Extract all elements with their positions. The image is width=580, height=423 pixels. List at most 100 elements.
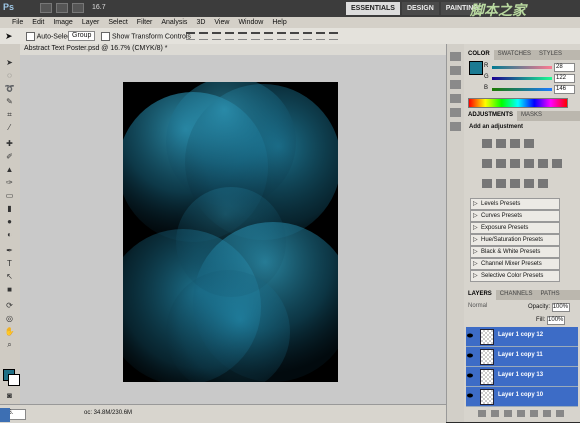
photo-filter-icon[interactable] bbox=[538, 159, 548, 168]
show-transform-checkbox[interactable]: Show Transform Controls bbox=[101, 32, 191, 41]
new-layer-icon[interactable] bbox=[543, 410, 551, 417]
menu-help[interactable]: Help bbox=[272, 19, 286, 26]
menu-layer[interactable]: Layer bbox=[82, 19, 100, 26]
quick-mask-icon[interactable]: ◙ bbox=[4, 391, 15, 400]
visibility-eye-icon[interactable] bbox=[467, 333, 473, 338]
layer-row[interactable]: Layer 1 copy 11 bbox=[466, 347, 578, 367]
tab-layers[interactable]: LAYERS bbox=[464, 290, 496, 300]
blue-value-field[interactable]: 146 bbox=[554, 85, 575, 94]
preset-selective-color[interactable]: Selective Color Presets bbox=[470, 270, 560, 282]
menu-analysis[interactable]: Analysis bbox=[161, 19, 187, 26]
hand-tool-icon[interactable]: ✋ bbox=[4, 327, 15, 336]
fill-field[interactable]: 100% bbox=[547, 316, 566, 325]
threshold-icon[interactable] bbox=[510, 179, 520, 188]
history-brush-icon[interactable]: ✑ bbox=[4, 178, 15, 187]
menu-file[interactable]: File bbox=[12, 19, 23, 26]
workspace-essentials[interactable]: ESSENTIALS bbox=[346, 2, 400, 15]
marquee-tool-icon[interactable]: ◌ bbox=[4, 71, 15, 80]
align-top-icon[interactable] bbox=[186, 32, 195, 40]
layer-row[interactable]: Layer 1 copy 12 bbox=[466, 327, 578, 347]
distribute-top-icon[interactable] bbox=[264, 32, 273, 40]
checkbox-box[interactable] bbox=[26, 32, 35, 41]
exposure-icon[interactable] bbox=[524, 139, 534, 148]
quick-select-tool-icon[interactable]: ✎ bbox=[4, 97, 15, 106]
actions-panel-icon[interactable] bbox=[450, 66, 461, 75]
preset-channel-mixer[interactable]: Channel Mixer Presets bbox=[470, 258, 560, 270]
blue-track[interactable] bbox=[492, 88, 552, 91]
eraser-tool-icon[interactable]: ▭ bbox=[4, 191, 15, 200]
history-panel-icon[interactable] bbox=[450, 52, 461, 61]
path-select-tool-icon[interactable]: ↖ bbox=[4, 272, 15, 281]
black-white-icon[interactable] bbox=[524, 159, 534, 168]
invert-icon[interactable] bbox=[482, 179, 492, 188]
brightness-icon[interactable] bbox=[482, 139, 492, 148]
posterize-icon[interactable] bbox=[496, 179, 506, 188]
gradient-tool-icon[interactable]: ▮ bbox=[4, 204, 15, 213]
paragraph-panel-icon[interactable] bbox=[450, 108, 461, 117]
levels-icon[interactable] bbox=[496, 139, 506, 148]
layer-row[interactable]: Layer 1 copy 13 bbox=[466, 367, 578, 387]
distribute-middle-icon[interactable] bbox=[277, 32, 286, 40]
blend-mode-dropdown[interactable]: Normal bbox=[468, 303, 487, 309]
distribute-left-icon[interactable] bbox=[303, 32, 312, 40]
hue-saturation-icon[interactable] bbox=[496, 159, 506, 168]
move-tool-icon[interactable]: ➤ bbox=[4, 58, 15, 67]
type-tool-icon[interactable]: T bbox=[4, 259, 15, 268]
adjustment-layer-icon[interactable] bbox=[517, 410, 525, 417]
background-color-swatch[interactable] bbox=[8, 374, 20, 386]
channel-mixer-icon[interactable] bbox=[552, 159, 562, 168]
crop-tool-icon[interactable]: ⌗ bbox=[4, 110, 15, 119]
stamp-tool-icon[interactable]: ▲ bbox=[4, 165, 15, 174]
visibility-eye-icon[interactable] bbox=[467, 353, 473, 358]
menu-select[interactable]: Select bbox=[108, 19, 127, 26]
taskbar-button[interactable] bbox=[0, 408, 10, 422]
menu-view[interactable]: View bbox=[214, 19, 229, 26]
layer-style-icon[interactable] bbox=[491, 410, 499, 417]
shape-tool-icon[interactable]: ■ bbox=[4, 285, 15, 294]
canvas-area[interactable] bbox=[20, 55, 446, 406]
workspace-design[interactable]: DESIGN bbox=[401, 2, 439, 15]
zoom-tool-icon[interactable]: ⌕ bbox=[4, 340, 15, 349]
lasso-tool-icon[interactable]: ➰ bbox=[4, 84, 15, 93]
preset-levels[interactable]: Levels Presets bbox=[470, 198, 560, 210]
distribute-center-icon[interactable] bbox=[316, 32, 325, 40]
green-slider[interactable]: G 122 bbox=[484, 74, 576, 83]
selective-color-icon[interactable] bbox=[538, 179, 548, 188]
align-right-icon[interactable] bbox=[251, 32, 260, 40]
red-track[interactable] bbox=[492, 66, 552, 69]
info-panel-icon[interactable] bbox=[450, 122, 461, 131]
red-value-field[interactable]: 28 bbox=[554, 63, 575, 72]
bridge-icon[interactable] bbox=[40, 3, 52, 13]
3d-rotate-tool-icon[interactable]: ⟳ bbox=[4, 301, 15, 310]
distribute-right-icon[interactable] bbox=[329, 32, 338, 40]
move-tool-icon[interactable]: ➤ bbox=[5, 31, 13, 42]
green-track[interactable] bbox=[492, 77, 552, 80]
mini-bridge-icon[interactable] bbox=[56, 3, 68, 13]
healing-tool-icon[interactable]: ✚ bbox=[4, 139, 15, 148]
menu-edit[interactable]: Edit bbox=[32, 19, 44, 26]
3d-camera-tool-icon[interactable]: ◎ bbox=[4, 314, 15, 323]
group-folder-icon[interactable] bbox=[530, 410, 538, 417]
preset-hue-saturation[interactable]: Hue/Saturation Presets bbox=[470, 234, 560, 246]
auto-select-dropdown[interactable]: Group bbox=[68, 31, 96, 41]
tab-adjustments[interactable]: ADJUSTMENTS bbox=[464, 111, 518, 121]
align-left-icon[interactable] bbox=[225, 32, 234, 40]
color-balance-icon[interactable] bbox=[510, 159, 520, 168]
tab-masks[interactable]: MASKS bbox=[517, 111, 546, 121]
preset-black-white[interactable]: Black & White Presets bbox=[470, 246, 560, 258]
character-panel-icon[interactable] bbox=[450, 94, 461, 103]
preset-curves[interactable]: Curves Presets bbox=[470, 210, 560, 222]
current-color-swatch[interactable] bbox=[469, 61, 483, 75]
blue-slider[interactable]: B 146 bbox=[484, 85, 576, 94]
layer-row[interactable]: Layer 1 copy 10 bbox=[466, 387, 578, 407]
tab-swatches[interactable]: SWATCHES bbox=[494, 50, 535, 60]
visibility-eye-icon[interactable] bbox=[467, 393, 473, 398]
tab-styles[interactable]: STYLES bbox=[535, 50, 566, 60]
vibrance-icon[interactable] bbox=[482, 159, 492, 168]
visibility-eye-icon[interactable] bbox=[467, 373, 473, 378]
brush-tool-icon[interactable]: ✐ bbox=[4, 152, 15, 161]
menu-image[interactable]: Image bbox=[53, 19, 72, 26]
extras-icon[interactable] bbox=[72, 3, 84, 13]
distribute-bottom-icon[interactable] bbox=[290, 32, 299, 40]
blur-tool-icon[interactable]: ● bbox=[4, 217, 15, 226]
